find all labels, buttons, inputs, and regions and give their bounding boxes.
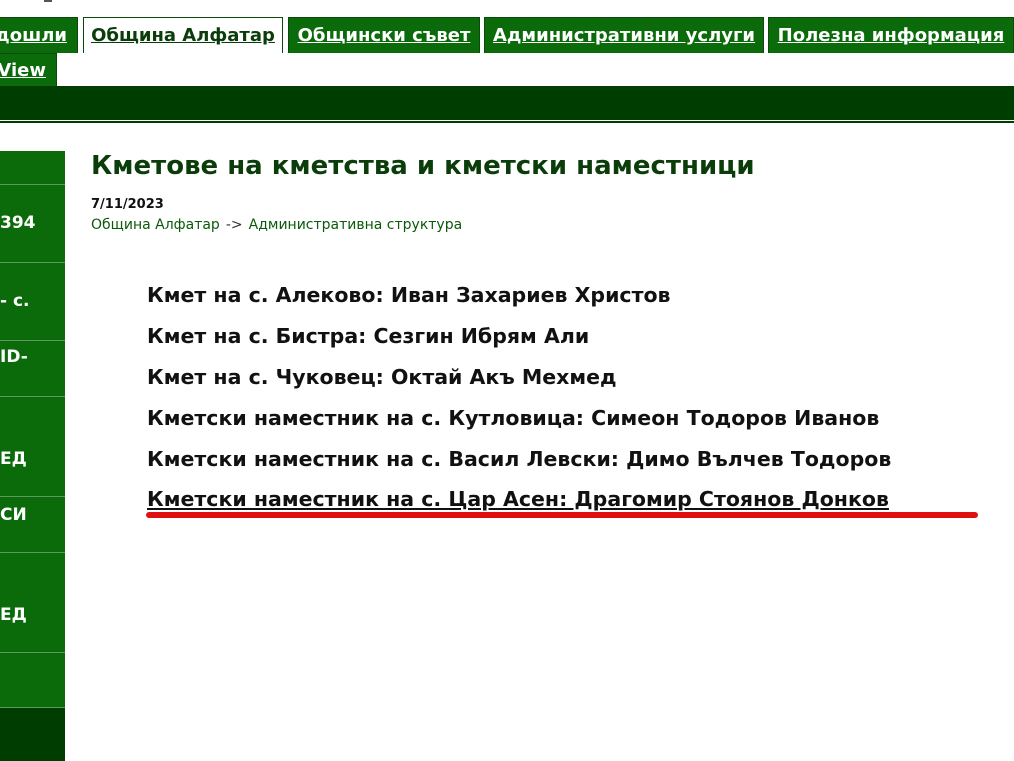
breadcrumb: Община Алфатар -> Административна структур… [91, 217, 462, 233]
sidebar-item[interactable] [0, 653, 65, 708]
list-item: Кметски наместник на с. Васил Левски: Ди… [147, 447, 892, 471]
tab-municipality[interactable]: Община Алфатар [83, 17, 283, 53]
top-strip-mark [44, 0, 52, 2]
sidebar-item-label: - с. [0, 291, 30, 311]
sidebar-item-label: 394 [0, 213, 36, 233]
tab-useful-information[interactable]: Полезна информация [768, 17, 1014, 53]
breadcrumb-link-municipality[interactable]: Община Алфатар [91, 217, 220, 233]
list-item: Кмет на с. Бистра: Сезгин Ибрям Али [147, 324, 590, 348]
sidebar-item-label: ЕД [0, 449, 27, 469]
list-item: Кмет на с. Алеково: Иван Захариев Христо… [147, 283, 671, 307]
sidebar-item[interactable]: СИ [0, 497, 65, 553]
sidebar-footer-block [0, 708, 65, 761]
sidebar-item[interactable]: ЕД [0, 397, 65, 497]
list-item: Кмет на с. Чуковец: Октай Акъ Мехмед [147, 365, 617, 389]
sidebar-item[interactable]: ID- [0, 341, 65, 397]
tab-municipal-council[interactable]: Общински съвет [288, 17, 480, 53]
sidebar-item-label: ID- [0, 347, 28, 367]
sidebar-item[interactable]: - с. [0, 263, 65, 341]
top-strip [0, 0, 1014, 17]
sidebar-item[interactable] [0, 151, 65, 185]
highlight-underline [146, 512, 978, 518]
sidebar: 394 - с. ID- ЕД СИ ЕД [0, 151, 65, 761]
tab-welcome[interactable]: дошли [0, 17, 78, 53]
sidebar-item[interactable]: ЕД [0, 553, 65, 653]
tab-view[interactable]: View [0, 53, 57, 87]
tab-administrative-services[interactable]: Административни услуги [484, 17, 764, 53]
sidebar-item[interactable]: 394 [0, 185, 65, 263]
breadcrumb-separator: -> [225, 217, 243, 233]
header-divider [0, 121, 1014, 123]
header-bar [0, 86, 1014, 120]
list-item-highlighted: Кметски наместник на с. Цар Асен: Драгом… [147, 487, 889, 511]
breadcrumb-link-structure[interactable]: Административна структура [249, 217, 463, 233]
list-item: Кметски наместник на с. Кутловица: Симео… [147, 406, 880, 430]
publish-date: 7/11/2023 [91, 197, 164, 212]
page-title: Кметове на кметства и кметски наместници [91, 151, 755, 181]
sidebar-item-label: ЕД [0, 605, 27, 625]
sidebar-item-label: СИ [0, 505, 27, 525]
